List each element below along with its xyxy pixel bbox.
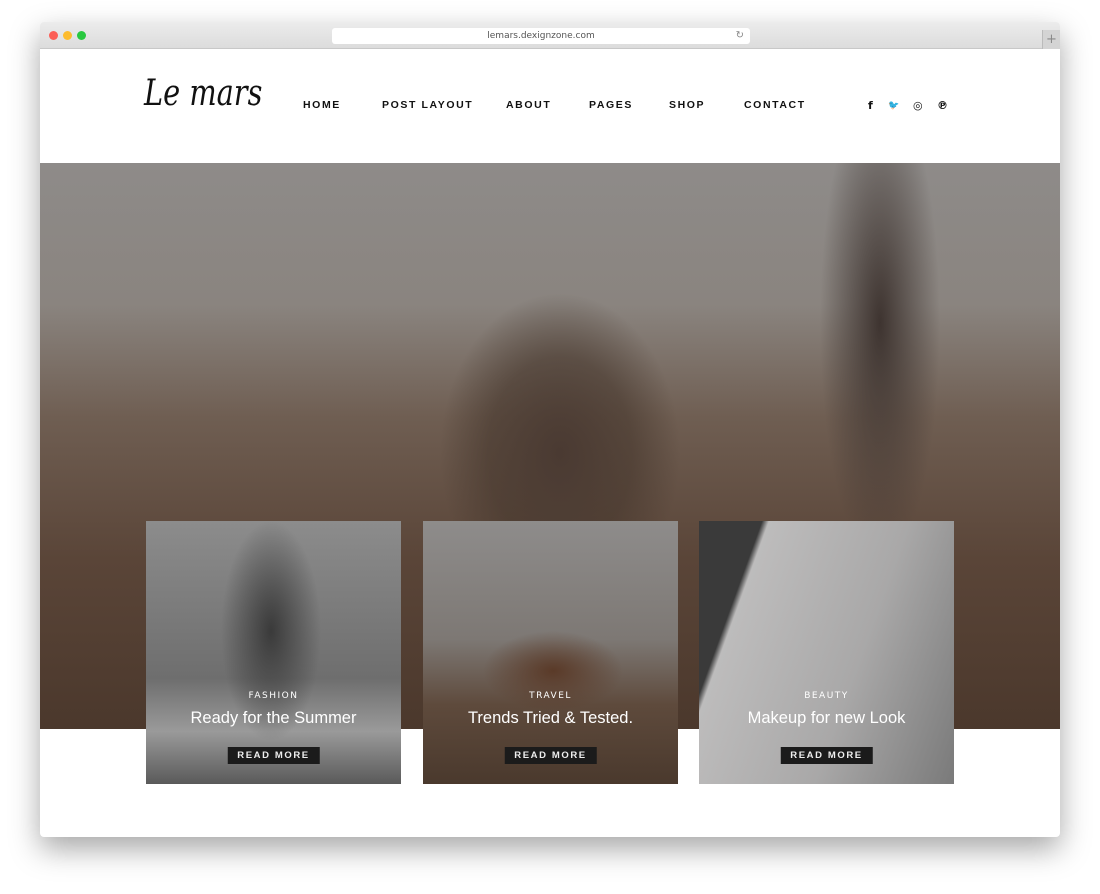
new-tab-button[interactable]: +	[1042, 30, 1060, 49]
post-card-travel[interactable]: TRAVEL Trends Tried & Tested. READ MORE	[423, 521, 678, 784]
close-button[interactable]	[49, 31, 58, 40]
minimize-button[interactable]	[63, 31, 72, 40]
read-more-button[interactable]: READ MORE	[780, 747, 873, 764]
card-title[interactable]: Ready for the Summer	[146, 709, 401, 728]
nav-about[interactable]: ABOUT	[506, 99, 551, 111]
nav-post-layout[interactable]: POST LAYOUT	[382, 99, 473, 111]
address-bar[interactable]: lemars.dexignzone.com ↻	[332, 28, 750, 44]
card-category[interactable]: BEAUTY	[699, 691, 954, 701]
read-more-button[interactable]: READ MORE	[504, 747, 597, 764]
card-category[interactable]: TRAVEL	[423, 691, 678, 701]
title-bar: lemars.dexignzone.com ↻ +	[40, 22, 1060, 49]
site-header: Le mars HOME POST LAYOUT ABOUT PAGES SHO…	[40, 49, 1060, 163]
twitter-icon[interactable]: 🐦	[888, 101, 899, 111]
facebook-icon[interactable]: f	[868, 99, 873, 112]
logo[interactable]: Le mars	[144, 73, 262, 114]
post-card-fashion[interactable]: FASHION Ready for the Summer READ MORE	[146, 521, 401, 784]
browser-window: lemars.dexignzone.com ↻ + Le mars HOME PO…	[40, 22, 1060, 837]
read-more-button[interactable]: READ MORE	[227, 747, 320, 764]
nav-shop[interactable]: SHOP	[669, 99, 705, 111]
card-category[interactable]: FASHION	[146, 691, 401, 701]
nav-pages[interactable]: PAGES	[589, 99, 633, 111]
card-title[interactable]: Makeup for new Look	[699, 709, 954, 728]
card-title[interactable]: Trends Tried & Tested.	[423, 709, 678, 728]
instagram-icon[interactable]: ◎	[913, 99, 923, 112]
maximize-button[interactable]	[77, 31, 86, 40]
pinterest-icon[interactable]: ℗	[937, 99, 948, 112]
url-text: lemars.dexignzone.com	[487, 31, 595, 41]
post-card-beauty[interactable]: BEAUTY Makeup for new Look READ MORE	[699, 521, 954, 784]
nav-home[interactable]: HOME	[303, 99, 341, 111]
nav-contact[interactable]: CONTACT	[744, 99, 806, 111]
reload-icon[interactable]: ↻	[736, 28, 744, 44]
